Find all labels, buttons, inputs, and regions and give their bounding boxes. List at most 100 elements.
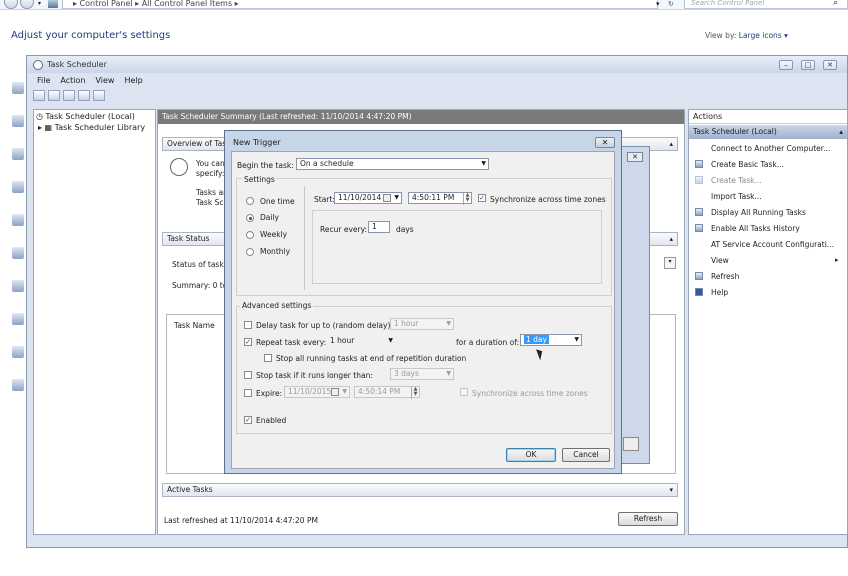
stop-longer-select[interactable]: 3 days ▼	[390, 368, 454, 380]
chevron-down-icon[interactable]: ▾	[669, 484, 673, 496]
calendar-icon[interactable]	[331, 388, 339, 396]
chevron-down-icon: ▼	[446, 320, 451, 327]
refresh-arrows-icon[interactable]: ↻	[668, 0, 674, 8]
maximize-button[interactable]: □	[801, 60, 815, 70]
view-by-control[interactable]: View by: Large icons ▾	[705, 31, 788, 40]
active-tasks-section[interactable]: Active Tasks ▾	[162, 483, 678, 497]
cp-item-icon[interactable]	[12, 313, 24, 325]
settings-divider	[304, 186, 305, 290]
repeat-checkbox[interactable]: ✓	[244, 338, 252, 346]
action-enable-history[interactable]: Enable All Tasks History	[711, 224, 800, 233]
stop-all-checkbox[interactable]	[264, 354, 272, 362]
cp-item-icon[interactable]	[12, 181, 24, 193]
calendar-icon[interactable]	[383, 194, 391, 202]
spinner-icon[interactable]: ▲ ▼	[463, 193, 471, 205]
delay-checkbox[interactable]	[244, 321, 252, 329]
help-icon[interactable]	[78, 90, 90, 101]
address-breadcrumb[interactable]: ▸ Control Panel ▸ All Control Panel Item…	[62, 0, 658, 9]
action-help[interactable]: Help	[711, 288, 728, 297]
menu-file[interactable]: File	[37, 76, 50, 85]
action-import-task[interactable]: Import Task...	[711, 192, 762, 201]
cp-item-icon[interactable]	[12, 346, 24, 358]
recur-input[interactable]: 1	[368, 221, 390, 233]
stop-longer-checkbox[interactable]	[244, 371, 252, 379]
cp-item-icon[interactable]	[12, 148, 24, 160]
action-create-task[interactable]: Create Task...	[711, 176, 762, 185]
expire-date-field[interactable]: 11/10/2015 ▼	[284, 386, 350, 398]
cp-item-icon[interactable]	[12, 379, 24, 391]
back-arrow-icon[interactable]	[33, 90, 45, 101]
enabled-checkbox[interactable]: ✓	[244, 416, 252, 424]
cp-item-icon[interactable]	[12, 247, 24, 259]
action-create-basic-task[interactable]: Create Basic Task...	[711, 160, 784, 169]
sync-time-zones-checkbox[interactable]: ✓	[478, 194, 486, 202]
radio-daily[interactable]	[246, 214, 254, 222]
cp-item-icon[interactable]	[12, 214, 24, 226]
show-tree-icon[interactable]	[63, 90, 75, 101]
address-dropdown-icon[interactable]: ▾	[656, 0, 660, 8]
start-date-field[interactable]: 11/10/2014 ▼	[334, 192, 402, 204]
menu-view[interactable]: View	[95, 76, 114, 85]
radio-label: Monthly	[260, 247, 291, 256]
ok-button[interactable]: OK	[506, 448, 556, 462]
advanced-label: Advanced settings	[240, 301, 314, 310]
close-icon[interactable]: ✕	[627, 152, 643, 162]
stop-all-label: Stop all running tasks at end of repetit…	[276, 354, 467, 363]
action-display-running[interactable]: Display All Running Tasks	[711, 208, 806, 217]
action-view[interactable]: View	[711, 256, 729, 265]
recur-group	[312, 210, 602, 284]
delay-select[interactable]: 1 hour ▼	[390, 318, 454, 330]
expire-time-field[interactable]: 4:50:14 PM ▲ ▼	[354, 386, 420, 399]
radio-weekly[interactable]	[246, 231, 254, 239]
tree-item-local[interactable]: ◷ Task Scheduler (Local)	[36, 112, 135, 121]
chevron-up-icon[interactable]: ▴	[669, 233, 673, 245]
cp-item-icon[interactable]	[12, 280, 24, 292]
view-by-value[interactable]: Large icons ▾	[739, 31, 788, 40]
menu-action[interactable]: Action	[60, 76, 85, 85]
tree-item-library[interactable]: ▸ ▦ Task Scheduler Library	[38, 123, 145, 132]
window-titlebar[interactable]: Task Scheduler – □ ✕	[27, 56, 847, 73]
dialog-close-button[interactable]: ✕	[595, 137, 615, 148]
radio-monthly[interactable]	[246, 248, 254, 256]
forward-icon[interactable]	[20, 0, 34, 9]
chevron-up-icon[interactable]: ▴	[839, 125, 843, 138]
expire-checkbox[interactable]	[244, 389, 252, 397]
close-button[interactable]: ✕	[823, 60, 837, 70]
forward-arrow-icon[interactable]	[48, 90, 60, 101]
refresh-button[interactable]: Refresh	[618, 512, 678, 526]
spinner-icon[interactable]: ▲ ▼	[411, 387, 419, 399]
actions-subheader[interactable]: Task Scheduler (Local) ▴	[689, 125, 847, 139]
chevron-down-icon[interactable]: ▼	[394, 193, 399, 203]
back-icon[interactable]	[4, 0, 18, 9]
settings-label: Settings	[242, 175, 277, 184]
select-value: 1 day	[524, 335, 549, 344]
hidden-button[interactable]	[623, 437, 639, 451]
begin-task-select[interactable]: On a schedule ▼	[296, 158, 489, 170]
chevron-up-icon[interactable]: ▴	[669, 138, 673, 150]
task-name-column[interactable]: Task Name	[174, 321, 215, 330]
action-refresh[interactable]: Refresh	[711, 272, 739, 281]
minimize-button[interactable]: –	[779, 60, 793, 70]
section-label: Task Status	[167, 234, 210, 243]
start-time-field[interactable]: 4:50:11 PM ▲ ▼	[408, 192, 472, 205]
recent-pages-icon[interactable]: ▾	[38, 0, 41, 7]
cancel-button[interactable]: Cancel	[562, 448, 610, 462]
action-connect[interactable]: Connect to Another Computer...	[711, 144, 830, 153]
chevron-down-icon[interactable]: ▼	[342, 387, 347, 397]
repeat-select[interactable]: 1 hour ▼	[326, 335, 396, 347]
cp-item-icon[interactable]	[12, 82, 24, 94]
expire-sync-checkbox[interactable]	[460, 388, 468, 396]
overview-text: Task Sc	[196, 198, 224, 207]
search-input[interactable]: Search Control Panel	[684, 0, 848, 9]
select-value: 3 days	[394, 369, 419, 378]
cp-item-icon[interactable]	[12, 115, 24, 127]
radio-one-time[interactable]	[246, 197, 254, 205]
submenu-arrow-icon: ▸	[835, 256, 839, 264]
delay-label: Delay task for up to (random delay):	[256, 321, 393, 330]
menu-help[interactable]: Help	[124, 76, 142, 85]
action-at-service[interactable]: AT Service Account Configurati...	[711, 240, 834, 249]
duration-select[interactable]: 1 day ▼	[520, 334, 582, 346]
status-dropdown[interactable]: ▾	[664, 257, 676, 269]
search-icon[interactable]: ⌕	[833, 0, 838, 8]
action-pane-icon[interactable]	[93, 90, 105, 101]
